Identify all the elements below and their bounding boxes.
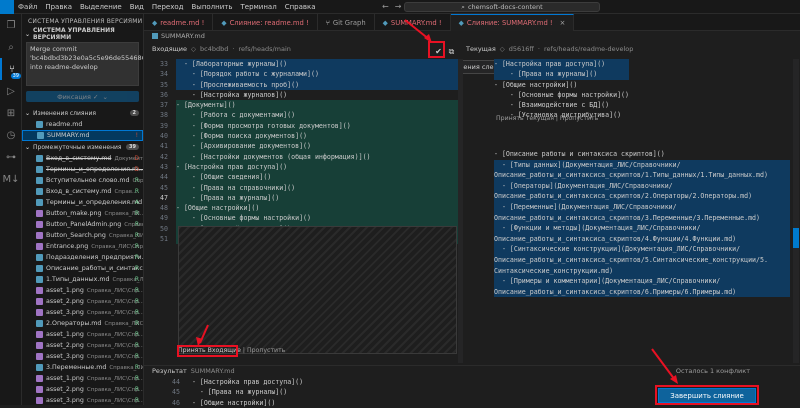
annotation-arrows [196,19,678,384]
arrow-to-complete [651,348,676,381]
